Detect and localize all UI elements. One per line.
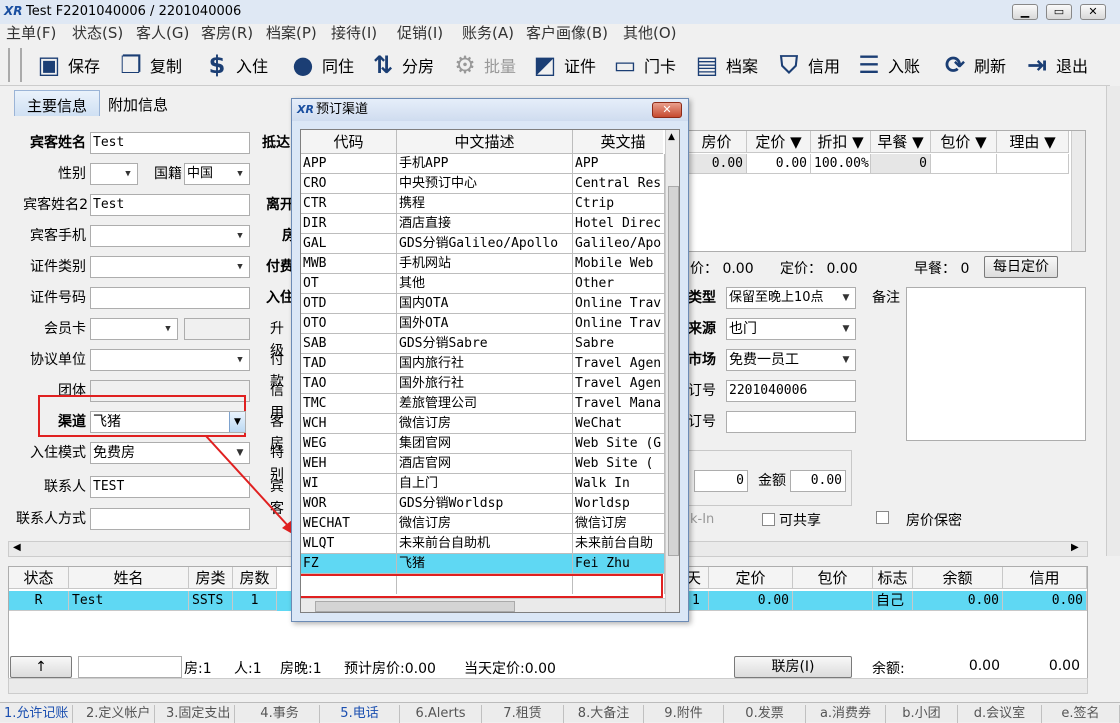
dialog-close-button[interactable]: ✕ xyxy=(652,102,682,118)
channel-row[interactable]: OTD 国内OTA Online Trav xyxy=(301,294,665,314)
channel-code-cell: FZ xyxy=(301,554,397,574)
channel-code-cell: CTR xyxy=(301,194,397,214)
channel-code-cell: MWB xyxy=(301,254,397,274)
channel-row[interactable]: TMC 差旅管理公司 Travel Mana xyxy=(301,394,665,414)
channel-en-cell: Web Site ( xyxy=(573,454,665,474)
channel-code-cell: WI xyxy=(301,474,397,494)
channel-cn-cell: 微信订房 xyxy=(397,514,573,534)
channel-row[interactable]: WEG 集团官网 Web Site (G xyxy=(301,434,665,454)
channel-cn-cell: 酒店官网 xyxy=(397,454,573,474)
channel-cn-cell: GDS分销Galileo/Apollo xyxy=(397,234,573,254)
channel-picker-dialog: 预订渠道 XR ✕ 代码 中文描述 英文描 APP 手机APP APP CRO 中央预订… xyxy=(291,98,689,622)
channel-en-cell: Sabre xyxy=(573,334,665,354)
header-code[interactable]: 代码 xyxy=(301,130,397,154)
channel-en-cell: Online Trav xyxy=(573,294,665,314)
channel-code-cell: OTD xyxy=(301,294,397,314)
channel-en-cell: Other xyxy=(573,274,665,294)
channel-row[interactable]: WOR GDS分销Worldsp Worldsp xyxy=(301,494,665,514)
channel-grid-header: 代码 中文描述 英文描 xyxy=(301,130,663,154)
channel-row[interactable]: TAO 国外旅行社 Travel Agen xyxy=(301,374,665,394)
channel-en-cell: Hotel Direc xyxy=(573,214,665,234)
channel-row[interactable]: SAB GDS分销Sabre Sabre xyxy=(301,334,665,354)
channel-row[interactable]: GAL GDS分销Galileo/Apollo Galileo/Apo xyxy=(301,234,665,254)
channel-cn-cell: 国内OTA xyxy=(397,294,573,314)
channel-code-cell: WEH xyxy=(301,454,397,474)
channel-row[interactable]: MWB 手机网站 Mobile Web xyxy=(301,254,665,274)
channel-en-cell: APP xyxy=(573,154,665,174)
dialog-hscrollbar[interactable] xyxy=(301,598,665,612)
channel-cn-cell: 手机APP xyxy=(397,154,573,174)
channel-cn-cell: 集团官网 xyxy=(397,434,573,454)
dialog-scroll-thumb[interactable] xyxy=(668,186,679,556)
channel-code-cell: DIR xyxy=(301,214,397,234)
channel-row[interactable]: WLQT 未来前台自助机 未来前台自助 xyxy=(301,534,665,554)
channel-row[interactable]: DIR 酒店直接 Hotel Direc xyxy=(301,214,665,234)
channel-cn-cell: GDS分销Worldsp xyxy=(397,494,573,514)
channel-code-cell: APP xyxy=(301,154,397,174)
channel-cn-cell: 微信订房 xyxy=(397,414,573,434)
channel-code-cell: TAD xyxy=(301,354,397,374)
channel-row[interactable]: WECHAT 微信订房 微信订房 xyxy=(301,514,665,534)
dialog-hscroll-thumb[interactable] xyxy=(315,601,515,612)
channel-en-cell: Travel Agen xyxy=(573,354,665,374)
channel-cn-cell: GDS分销Sabre xyxy=(397,334,573,354)
header-cn-desc[interactable]: 中文描述 xyxy=(397,130,573,154)
channel-code-cell: OTO xyxy=(301,314,397,334)
channel-cn-cell: 手机网站 xyxy=(397,254,573,274)
channel-row[interactable]: FZ 飞猪 Fei Zhu xyxy=(301,554,665,574)
channel-cn-cell: 其他 xyxy=(397,274,573,294)
channel-code-cell: GAL xyxy=(301,234,397,254)
channel-en-cell: Travel Mana xyxy=(573,394,665,414)
channel-en-cell: Walk In xyxy=(573,474,665,494)
selected-row-highlight-box xyxy=(301,574,663,598)
channel-en-cell: Central Res xyxy=(573,174,665,194)
channel-cn-cell: 飞猪 xyxy=(397,554,573,574)
dialog-logo-icon: XR xyxy=(297,103,314,116)
channel-en-cell: Online Trav xyxy=(573,314,665,334)
channel-row[interactable]: WEH 酒店官网 Web Site ( xyxy=(301,454,665,474)
channel-code-cell: WEG xyxy=(301,434,397,454)
channel-en-cell: WeChat xyxy=(573,414,665,434)
channel-en-cell: Galileo/Apo xyxy=(573,234,665,254)
channel-en-cell: Ctrip xyxy=(573,194,665,214)
channel-en-cell: 微信订房 xyxy=(573,514,665,534)
channel-cn-cell: 中央预订中心 xyxy=(397,174,573,194)
channel-code-cell: TMC xyxy=(301,394,397,414)
channel-cn-cell: 自上门 xyxy=(397,474,573,494)
channel-code-cell: OT xyxy=(301,274,397,294)
channel-code-cell: WLQT xyxy=(301,534,397,554)
channel-cn-cell: 酒店直接 xyxy=(397,214,573,234)
channel-row[interactable]: CRO 中央预订中心 Central Res xyxy=(301,174,665,194)
dialog-title: 预订渠道 xyxy=(292,99,688,121)
channel-code-cell: WECHAT xyxy=(301,514,397,534)
channel-cn-cell: 国外OTA xyxy=(397,314,573,334)
channel-code-cell: CRO xyxy=(301,174,397,194)
channel-code-cell: WCH xyxy=(301,414,397,434)
channel-row[interactable]: APP 手机APP APP xyxy=(301,154,665,174)
channel-row[interactable]: CTR 携程 Ctrip xyxy=(301,194,665,214)
channel-en-cell: Fei Zhu xyxy=(573,554,665,574)
channel-cn-cell: 未来前台自助机 xyxy=(397,534,573,554)
channel-cn-cell: 携程 xyxy=(397,194,573,214)
channel-en-cell: 未来前台自助 xyxy=(573,534,665,554)
channel-grid: 代码 中文描述 英文描 APP 手机APP APP CRO 中央预订中心 Central … xyxy=(300,129,680,613)
channel-row[interactable]: WCH 微信订房 WeChat xyxy=(301,414,665,434)
header-en-desc[interactable]: 英文描 xyxy=(573,130,673,154)
channel-code-cell: WOR xyxy=(301,494,397,514)
channel-en-cell: Mobile Web xyxy=(573,254,665,274)
channel-cn-cell: 差旅管理公司 xyxy=(397,394,573,414)
channel-cn-cell: 国内旅行社 xyxy=(397,354,573,374)
channel-row[interactable]: OTO 国外OTA Online Trav xyxy=(301,314,665,334)
channel-en-cell: Travel Agen xyxy=(573,374,665,394)
channel-row[interactable]: TAD 国内旅行社 Travel Agen xyxy=(301,354,665,374)
channel-code-cell: TAO xyxy=(301,374,397,394)
channel-code-cell: SAB xyxy=(301,334,397,354)
channel-en-cell: Web Site (G xyxy=(573,434,665,454)
channel-en-cell: Worldsp xyxy=(573,494,665,514)
channel-cn-cell: 国外旅行社 xyxy=(397,374,573,394)
dialog-vscrollbar[interactable]: ▲ xyxy=(665,130,679,612)
scroll-up-icon[interactable]: ▲ xyxy=(668,132,675,142)
channel-row[interactable]: OT 其他 Other xyxy=(301,274,665,294)
channel-row[interactable]: WI 自上门 Walk In xyxy=(301,474,665,494)
